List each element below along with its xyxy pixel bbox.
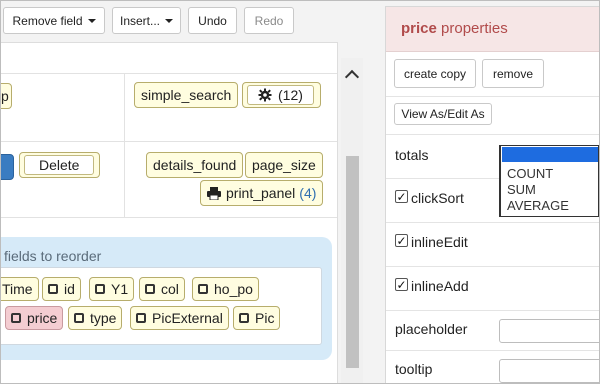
checkbox-icon: [198, 284, 208, 294]
field-tag-partial[interactable]: p: [0, 83, 12, 109]
insert-button[interactable]: Insert...: [112, 7, 181, 34]
placeholder-label: placeholder: [395, 321, 468, 337]
create-copy-button[interactable]: create copy: [394, 59, 476, 88]
field-chip-type[interactable]: type: [68, 306, 123, 330]
settings-count: (12): [278, 87, 303, 103]
field-chip-id[interactable]: id: [42, 277, 81, 301]
designer-toolbar: Remove field Insert... Undo Redo: [0, 0, 348, 42]
tooltip-input[interactable]: [499, 359, 599, 383]
field-chip-y1[interactable]: Y1: [89, 277, 135, 301]
checkbox-icon: [136, 313, 146, 323]
page-layout-canvas: p simple_search (12) Delete details_foun…: [0, 42, 338, 384]
field-chip-pic[interactable]: Pic: [233, 306, 281, 330]
inlineadd-label: inlineAdd: [411, 278, 469, 294]
gear-icon: [258, 88, 272, 102]
field-chip-label: Time: [2, 281, 33, 297]
row-divider: [0, 217, 337, 218]
tooltip-row: tooltip: [386, 351, 599, 383]
delete-tag[interactable]: Delete: [19, 152, 100, 178]
chevron-down-icon: [165, 18, 174, 23]
field-chip-label: type: [90, 310, 117, 326]
page-size-tag[interactable]: page_size: [245, 152, 323, 178]
column-divider: [124, 73, 125, 141]
properties-title: price properties: [401, 20, 508, 37]
checkbox-icon: [11, 313, 21, 323]
redo-label: Redo: [254, 13, 284, 28]
inlineadd-checkbox[interactable]: ✓: [395, 278, 408, 291]
inlineedit-label: inlineEdit: [411, 234, 468, 250]
reorder-panel: fields to reorder Time id Y1 col ho_po p…: [0, 237, 332, 360]
row-divider: [0, 73, 337, 74]
page-size-label: page_size: [252, 157, 316, 173]
checkbox-icon: [74, 313, 84, 323]
properties-header: price properties: [386, 7, 599, 52]
field-chip-time[interactable]: Time: [0, 277, 39, 301]
field-chip-label: PicExternal: [152, 310, 223, 326]
field-chip-label: id: [64, 281, 75, 297]
checkbox-icon: [239, 313, 249, 323]
settings-button[interactable]: (12): [247, 85, 314, 105]
chevron-down-icon: [87, 18, 96, 23]
properties-field-name: price: [401, 20, 437, 37]
properties-panel: price properties create copy remove View…: [385, 6, 600, 384]
reorder-title: fields to reorder: [4, 248, 102, 264]
scrollbar-thumb[interactable]: [346, 156, 359, 368]
checkbox-icon: [48, 284, 58, 294]
remove-field-label: Remove field: [12, 13, 83, 28]
print-panel-count: (4): [299, 185, 317, 201]
remove-button[interactable]: remove: [482, 59, 544, 88]
checkbox-icon: [145, 284, 155, 294]
details-found-label: details_found: [153, 157, 237, 173]
clicksort-label: clickSort: [411, 190, 464, 206]
chevron-up-icon[interactable]: [344, 69, 360, 85]
tooltip-label: tooltip: [395, 361, 433, 377]
redo-button[interactable]: Redo: [244, 7, 294, 34]
undo-label: Undo: [198, 13, 227, 28]
field-chip-col[interactable]: col: [139, 277, 185, 301]
row-divider: [0, 141, 337, 142]
totals-option-selected[interactable]: [502, 147, 598, 162]
field-chip-price[interactable]: price: [5, 306, 64, 330]
field-chip-label: price: [27, 310, 58, 326]
insert-label: Insert...: [120, 13, 161, 28]
action-button-partial[interactable]: [0, 154, 14, 180]
properties-actions-row: create copy remove: [386, 52, 599, 97]
view-as-button[interactable]: View As/Edit As: [394, 103, 492, 125]
placeholder-row: placeholder: [386, 311, 599, 351]
details-found-tag[interactable]: details_found: [146, 152, 244, 178]
field-chip-picexternal[interactable]: PicExternal: [130, 306, 229, 330]
clicksort-row: ✓ clickSort: [386, 179, 599, 223]
placeholder-input[interactable]: [499, 319, 599, 343]
clicksort-checkbox[interactable]: ✓: [395, 190, 408, 203]
column-divider: [124, 141, 125, 217]
undo-button[interactable]: Undo: [188, 7, 237, 34]
print-panel-tag[interactable]: print_panel (4): [200, 180, 324, 206]
field-tag-partial-label: p: [1, 88, 9, 104]
canvas-scrollbar[interactable]: [341, 58, 363, 384]
simple-search-label: simple_search: [141, 87, 232, 103]
properties-title-suffix: properties: [441, 20, 508, 37]
delete-button[interactable]: Delete: [24, 155, 95, 175]
print-panel-label: print_panel: [226, 185, 296, 201]
totals-label: totals: [395, 147, 429, 163]
inlineedit-checkbox[interactable]: ✓: [395, 234, 408, 247]
field-chip-label: ho_po: [214, 281, 253, 297]
settings-tag[interactable]: (12): [242, 82, 321, 108]
reorder-field-list: Time id Y1 col ho_po price type PicExter…: [0, 267, 322, 345]
simple-search-tag[interactable]: simple_search: [134, 82, 239, 108]
field-chip-label: col: [161, 281, 179, 297]
view-as-row: View As/Edit As: [386, 97, 599, 135]
inlineedit-row: ✓ inlineEdit: [386, 223, 599, 267]
field-chip-label: Pic: [255, 310, 275, 326]
remove-field-button[interactable]: Remove field: [3, 7, 105, 34]
field-chip-label: Y1: [111, 281, 129, 297]
print-icon: [207, 186, 221, 200]
field-chip-ho-po[interactable]: ho_po: [192, 277, 259, 301]
inlineadd-row: ✓ inlineAdd: [386, 267, 599, 311]
checkbox-icon: [95, 284, 105, 294]
